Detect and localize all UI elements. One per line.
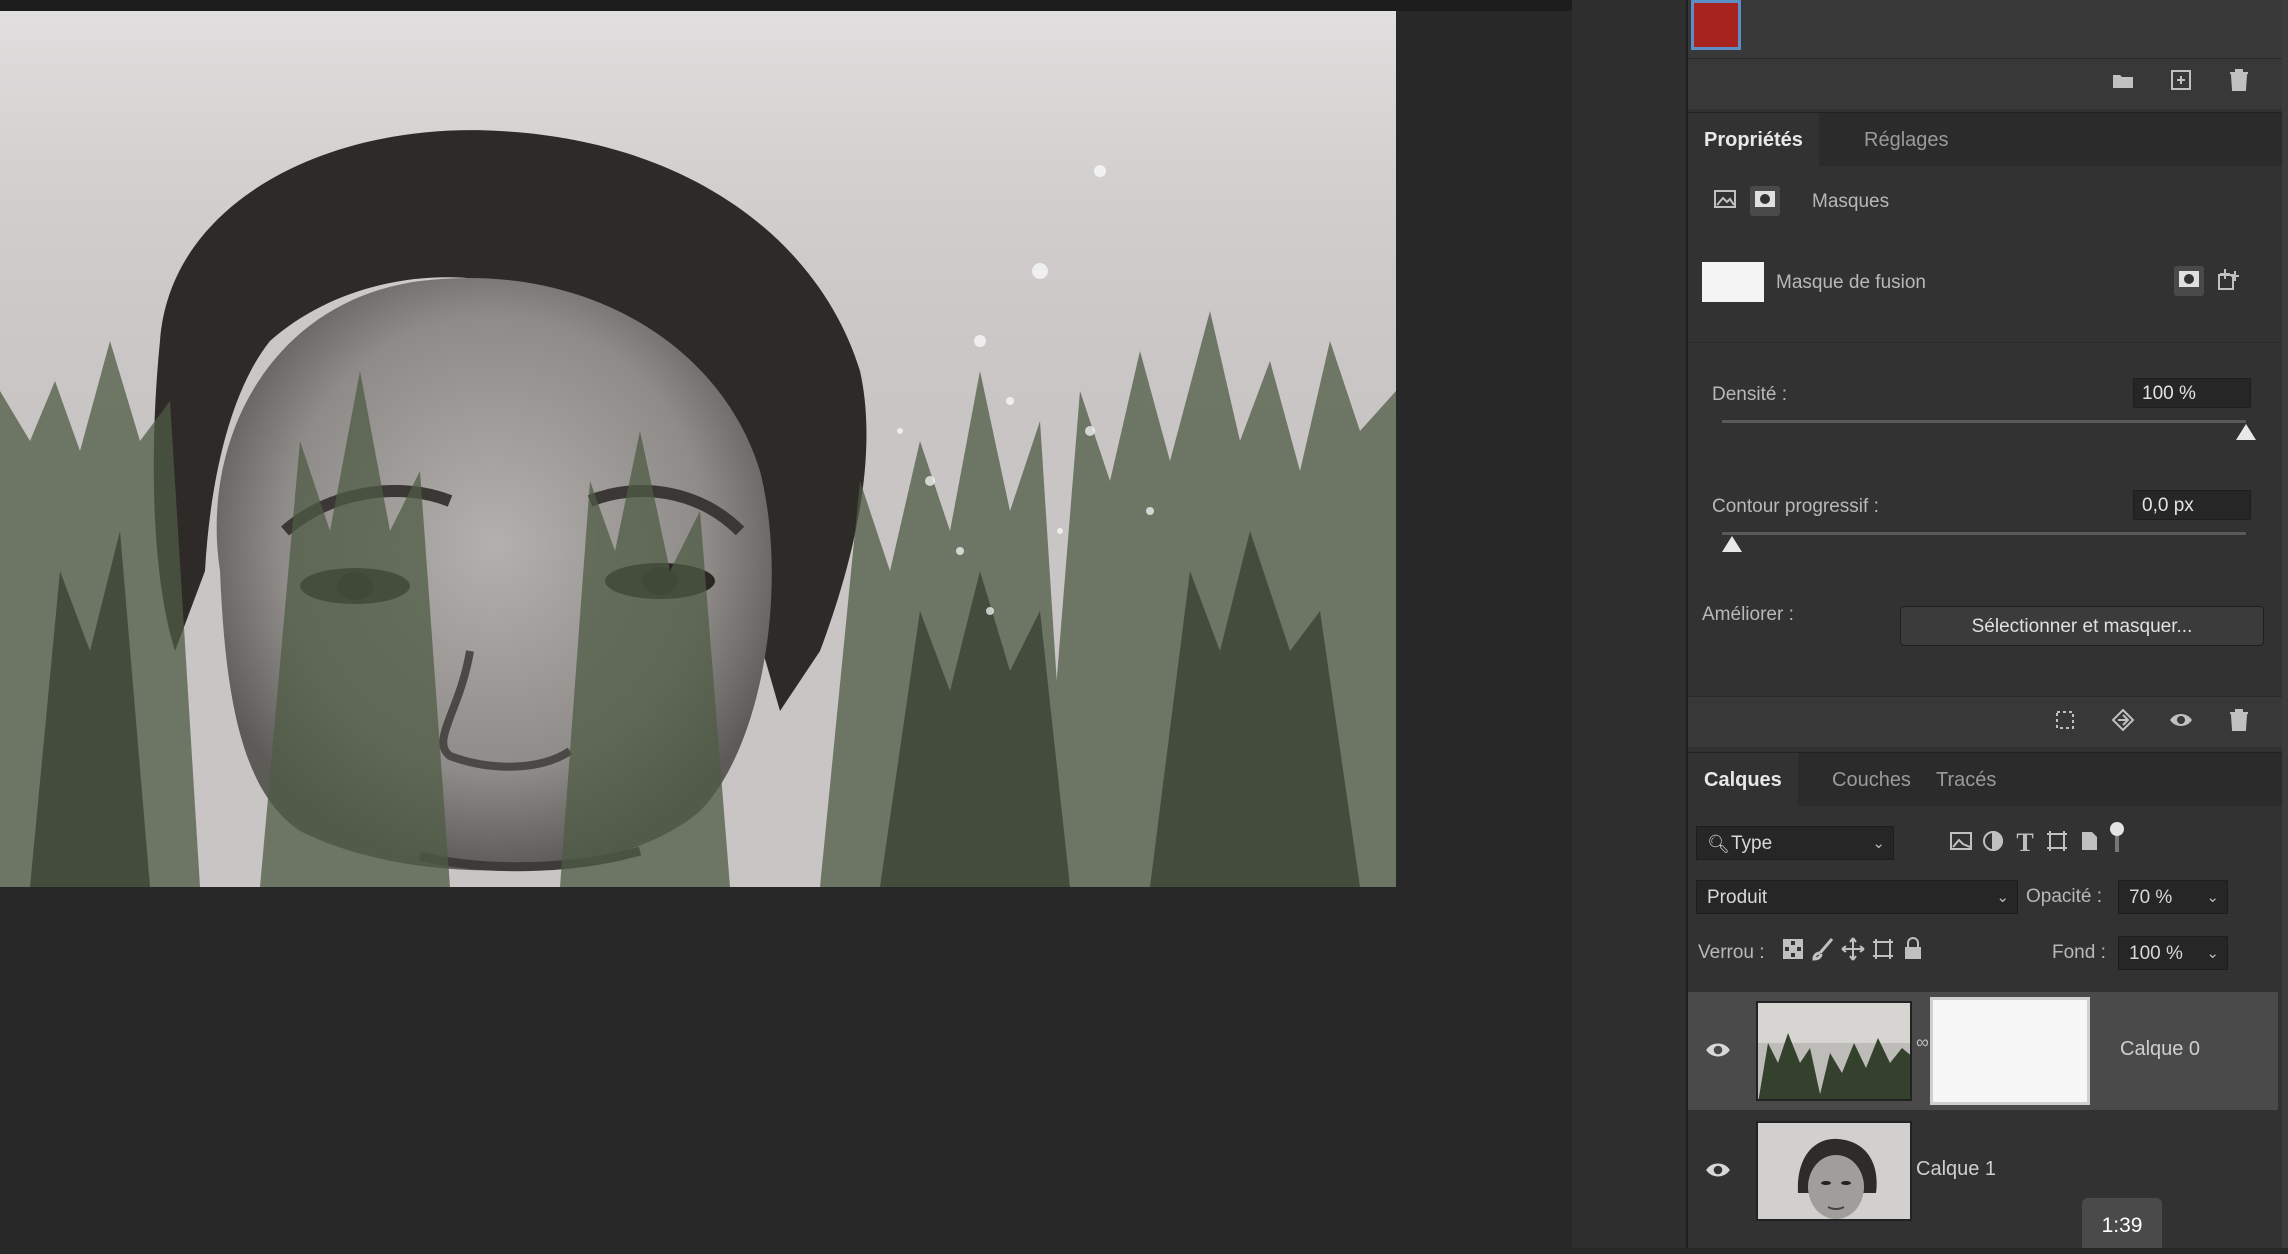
opacity-label: Opacité : (2026, 886, 2103, 907)
canvas-image[interactable] (0, 11, 1396, 887)
select-pixel-mask-icon[interactable] (2174, 266, 2204, 296)
feather-label: Contour progressif : (1712, 496, 1879, 517)
eye-icon[interactable] (1704, 1156, 1734, 1186)
tab-adjustments[interactable]: Réglages (1848, 113, 1965, 167)
smart-object-filter-icon[interactable] (2074, 828, 2104, 858)
fill-value: 100 % (2129, 943, 2183, 964)
feather-slider-thumb[interactable] (1722, 536, 1742, 552)
document-tab-bar (0, 0, 1572, 11)
mask-type-label: Masque de fusion (1776, 272, 1926, 293)
blend-mode-dropdown[interactable]: Produit ⌄ (1696, 880, 2018, 914)
search-icon: 🔍︎ (1707, 834, 1730, 854)
pixel-mask-icon[interactable] (1710, 186, 1740, 216)
swatches-actions-bar (1688, 58, 2288, 109)
pixel-layer-filter-icon[interactable] (1946, 828, 1976, 858)
trash-icon[interactable] (2224, 67, 2254, 97)
fill-field[interactable]: 100 % ⌄ (2118, 936, 2228, 970)
properties-tab-bar: Propriétés Réglages (1688, 112, 2288, 167)
tab-layers[interactable]: Calques (1688, 753, 1798, 807)
add-vector-mask-icon[interactable] (2214, 266, 2244, 296)
feather-slider-track[interactable] (1722, 532, 2246, 535)
layer-name[interactable]: Calque 1 (1916, 1158, 1996, 1181)
lock-label: Verrou : (1698, 942, 1765, 963)
trash-icon[interactable] (2224, 707, 2254, 737)
layer-thumbnail-portrait[interactable] (1756, 1121, 1912, 1221)
mask-thumbnail[interactable] (1702, 262, 1764, 302)
type-layer-filter-icon[interactable]: T (2010, 828, 2040, 858)
fill-label: Fond : (2052, 942, 2106, 963)
lock-artboard-icon[interactable] (1868, 936, 1898, 966)
properties-footer (1688, 696, 2288, 747)
lock-all-icon[interactable] (1898, 936, 1928, 966)
filter-toggle-icon[interactable] (2110, 822, 2124, 836)
vector-mask-icon[interactable] (1750, 186, 1780, 216)
layers-panel: 🔍︎ Type ⌄ T Produit ⌄ Opacité : 70 % ⌄ V… (1688, 806, 2288, 1248)
layer-row-calque-0[interactable]: ∞ Calque 0 (1688, 992, 2278, 1110)
layer-thumbnail-forest[interactable] (1756, 1001, 1912, 1101)
refine-label: Améliorer : (1702, 604, 1794, 625)
new-swatch-icon[interactable] (2166, 67, 2196, 97)
tab-properties[interactable]: Propriétés (1688, 113, 1819, 167)
load-selection-icon[interactable] (2050, 707, 2080, 737)
visibility-icon[interactable] (2166, 707, 2196, 737)
layer-row-calque-1[interactable]: Calque 1 (1688, 1112, 2278, 1230)
density-label: Densité : (1712, 384, 1787, 405)
lock-position-icon[interactable] (1838, 936, 1868, 966)
chevron-down-icon: ⌄ (1996, 889, 2009, 906)
density-slider-thumb[interactable] (2236, 424, 2256, 440)
tab-paths[interactable]: Tracés (1920, 753, 2012, 807)
blend-mode-value: Produit (1707, 887, 1768, 908)
layer-name[interactable]: Calque 0 (2120, 1038, 2200, 1061)
eye-icon[interactable] (1704, 1036, 1734, 1066)
layers-tab-bar: Calques Couches Tracés (1688, 752, 2288, 807)
video-timestamp: 1:39 (2082, 1198, 2162, 1248)
feather-field[interactable]: 0,0 px (2133, 490, 2251, 520)
adjustment-layer-filter-icon[interactable] (1978, 828, 2008, 858)
chevron-down-icon: ⌄ (2206, 945, 2219, 962)
opacity-value: 70 % (2129, 887, 2173, 908)
double-exposure-artwork (0, 11, 1396, 887)
tab-channels[interactable]: Couches (1816, 753, 1927, 807)
chevron-down-icon: ⌄ (2206, 889, 2219, 906)
masks-label: Masques (1812, 191, 1890, 212)
layer-filter-value: Type (1731, 833, 1773, 854)
layer-filter-dropdown[interactable]: 🔍︎ Type ⌄ (1696, 826, 1894, 860)
apply-mask-icon[interactable] (2108, 707, 2138, 737)
density-slider-track[interactable] (1722, 420, 2246, 423)
properties-separator (1688, 342, 2288, 343)
lock-transparent-pixels-icon[interactable] (1778, 936, 1808, 966)
foreground-color-swatch[interactable] (1691, 0, 1741, 50)
lock-image-pixels-icon[interactable] (1808, 936, 1838, 966)
swatches-panel (1688, 0, 2288, 58)
properties-panel: Masques Masque de fusion Densité : 100 %… (1688, 166, 2288, 696)
shape-layer-filter-icon[interactable] (2042, 828, 2072, 858)
panel-gutter (1572, 0, 1688, 1248)
density-field[interactable]: 100 % (2133, 378, 2251, 408)
opacity-field[interactable]: 70 % ⌄ (2118, 880, 2228, 914)
layer-mask-thumbnail[interactable] (1930, 997, 2090, 1105)
filter-toggle-stem (2115, 836, 2119, 852)
select-and-mask-button[interactable]: Sélectionner et masquer... (1900, 606, 2264, 646)
panel-scrollbar[interactable] (2282, 0, 2288, 1248)
chevron-down-icon: ⌄ (1872, 835, 1885, 852)
link-icon[interactable]: ∞ (1916, 1032, 1929, 1062)
right-panel-dock: Propriétés Réglages Masques Masque de fu… (1688, 0, 2288, 1248)
folder-icon[interactable] (2108, 67, 2138, 97)
